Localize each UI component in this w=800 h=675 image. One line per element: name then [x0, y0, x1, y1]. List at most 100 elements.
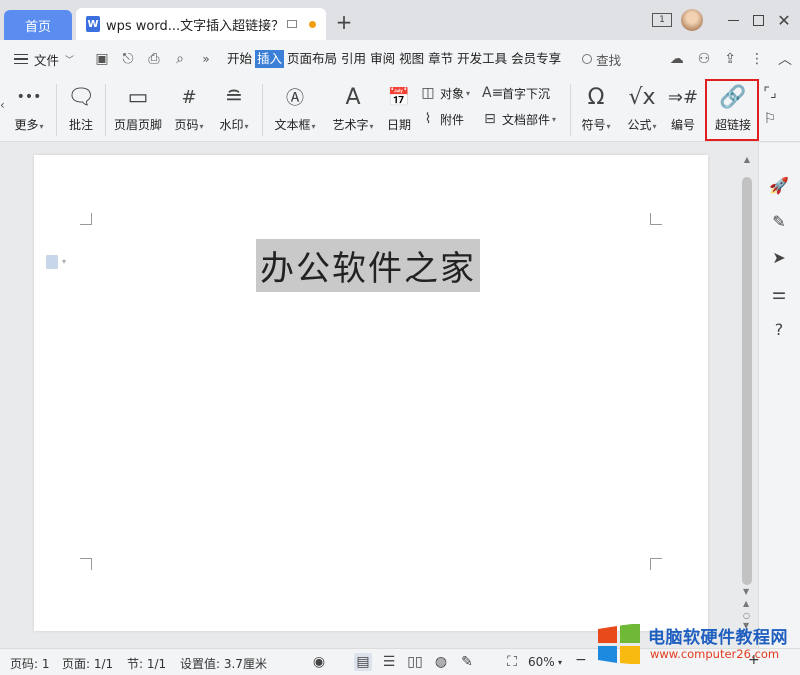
- unsaved-dot-icon: [309, 20, 316, 28]
- status-setting-value[interactable]: 设置值: 3.7厘米: [180, 655, 267, 672]
- watermark-site-url: www.computer26.com: [650, 647, 780, 661]
- numbering-label: 编号: [670, 118, 695, 132]
- tab-insert[interactable]: 插入: [255, 50, 285, 68]
- help-icon[interactable]: ?: [769, 319, 789, 339]
- object-label: 对象: [440, 86, 465, 101]
- sliders-icon[interactable]: ⚌: [769, 283, 789, 303]
- pen-icon[interactable]: ✎: [769, 211, 789, 231]
- formula-button[interactable]: √x 公式▾: [622, 78, 662, 142]
- zoom-dropdown-icon[interactable]: ▾: [558, 658, 562, 667]
- print-icon[interactable]: ⎙: [146, 51, 162, 67]
- zoom-out-icon[interactable]: −: [575, 652, 587, 668]
- tab-page-layout[interactable]: 页面布局: [286, 50, 338, 68]
- cloud-sync-icon[interactable]: ☁: [670, 51, 684, 67]
- divider: [56, 84, 57, 136]
- document-tab[interactable]: W wps word...文字插入超链接？: [76, 8, 326, 40]
- eye-protection-icon[interactable]: ◉: [310, 653, 328, 671]
- wordart-button[interactable]: A 艺术字▾: [328, 78, 378, 142]
- outline-view-icon[interactable]: ☰: [380, 653, 398, 671]
- scroll-down-icon[interactable]: ▼: [743, 587, 749, 596]
- select-browse-icon[interactable]: ○: [743, 611, 750, 620]
- status-section[interactable]: 节: 1/1: [127, 655, 166, 672]
- close-button[interactable]: ✕: [774, 8, 794, 32]
- numbering-button[interactable]: ⇒# 编号: [666, 78, 700, 142]
- more-menu-icon[interactable]: ⋮: [750, 51, 764, 67]
- fit-page-icon[interactable]: ⛶: [503, 653, 521, 671]
- page-view-icon[interactable]: ▤: [354, 653, 372, 671]
- maximize-button[interactable]: [748, 8, 768, 32]
- crossref-button[interactable]: ⌜⌟: [762, 82, 782, 104]
- search-box[interactable]: 查找: [582, 50, 621, 69]
- paragraph-handle-icon[interactable]: [46, 255, 58, 269]
- watermark-icon: ≘: [224, 84, 244, 110]
- hamburger-icon: [14, 54, 28, 64]
- doc-parts-button[interactable]: ⊟ 文档部件 ▾: [482, 108, 556, 130]
- tab-review[interactable]: 审阅: [369, 50, 396, 68]
- bookmark-icon: ⚐: [763, 111, 777, 127]
- wps-writer-icon: W: [86, 16, 100, 32]
- reading-view-icon[interactable]: ▯▯: [406, 653, 424, 671]
- document-page[interactable]: ▾ 办公软件之家: [34, 155, 708, 631]
- drop-cap-label: 首字下沉: [502, 86, 551, 101]
- tab-references[interactable]: 引用: [340, 50, 367, 68]
- minimize-button[interactable]: [723, 8, 743, 32]
- scroll-up-icon[interactable]: ▲: [740, 155, 754, 167]
- save-icon[interactable]: ▣: [94, 51, 110, 67]
- page-number-button[interactable]: # 页码▾: [170, 78, 208, 142]
- date-button[interactable]: 📅 日期: [384, 78, 414, 142]
- tab-home[interactable]: 开始: [226, 50, 253, 68]
- selected-document-text[interactable]: 办公软件之家: [256, 239, 480, 292]
- cursor-icon[interactable]: ➤: [769, 247, 789, 267]
- tab-view[interactable]: 视图: [398, 50, 425, 68]
- file-menu[interactable]: 文件 ﹀: [0, 50, 88, 69]
- drop-cap-button[interactable]: A≡ 首字下沉: [482, 82, 550, 104]
- document-area: ▾ 办公软件之家 ▲ ▼ ▲ ○ ▼: [0, 143, 758, 648]
- tab-member[interactable]: 会员专享: [510, 50, 562, 68]
- attachment-button[interactable]: ⌇ 附件: [420, 108, 464, 130]
- ribbon-scroll-left-icon[interactable]: ‹: [0, 98, 10, 122]
- collapse-ribbon-icon[interactable]: ︿: [778, 49, 792, 69]
- header-footer-button[interactable]: ▭ 页眉页脚: [111, 78, 165, 142]
- monitor-icon[interactable]: [287, 20, 297, 28]
- chevron-down-icon[interactable]: ▾: [62, 257, 66, 266]
- divider: [570, 84, 571, 136]
- share-icon[interactable]: ⇪: [724, 51, 736, 67]
- wordart-icon: A: [345, 84, 361, 110]
- watermark-button[interactable]: ≘ 水印▾: [215, 78, 253, 142]
- scrollbar-thumb[interactable]: [742, 177, 752, 585]
- attachment-label: 附件: [440, 112, 465, 127]
- crossref-icon: ⌜⌟: [763, 85, 777, 101]
- textbox-button[interactable]: Ⓐ 文本框▾: [270, 78, 320, 142]
- tab-developer[interactable]: 开发工具: [456, 50, 508, 68]
- tab-chapter[interactable]: 章节: [427, 50, 454, 68]
- symbol-button[interactable]: Ω 符号▾: [576, 78, 616, 142]
- more-button[interactable]: ••• 更多▾: [12, 78, 46, 142]
- window-count-badge[interactable]: 1: [652, 13, 672, 27]
- format-painter-icon[interactable]: ⎋: [120, 51, 136, 67]
- bookmark-button[interactable]: ⚐: [762, 108, 782, 130]
- object-button[interactable]: ◫ 对象 ▾: [420, 82, 470, 104]
- more-arrows-icon[interactable]: »: [198, 52, 214, 66]
- textbox-icon: Ⓐ: [286, 88, 304, 109]
- write-view-icon[interactable]: ✎: [458, 653, 476, 671]
- rocket-icon[interactable]: 🚀: [769, 175, 789, 195]
- zoom-level[interactable]: 60%: [528, 655, 555, 669]
- hyperlink-button[interactable]: 🔗 超链接: [710, 78, 756, 142]
- margin-corner-bottom-left: [80, 558, 92, 570]
- collaborate-icon[interactable]: ⚇: [698, 51, 711, 67]
- home-tab[interactable]: 首页: [4, 10, 72, 40]
- hyperlink-label: 超链接: [714, 118, 751, 132]
- avatar[interactable]: [681, 9, 703, 31]
- web-view-icon[interactable]: ◍: [432, 653, 450, 671]
- prev-page-icon[interactable]: ▲: [743, 599, 749, 608]
- status-page-count[interactable]: 页面: 1/1: [62, 655, 113, 672]
- doc-parts-label: 文档部件: [502, 112, 551, 127]
- divider: [262, 84, 263, 136]
- vertical-scrollbar[interactable]: ▲ ▼ ▲ ○ ▼: [740, 155, 754, 630]
- print-preview-icon[interactable]: ⌕: [172, 51, 188, 67]
- comment-button[interactable]: 🗨 批注: [64, 78, 98, 142]
- status-page-number[interactable]: 页码: 1: [10, 655, 50, 672]
- new-tab-button[interactable]: +: [334, 12, 354, 32]
- wordart-label: 艺术字: [332, 118, 369, 132]
- comment-label: 批注: [68, 118, 93, 132]
